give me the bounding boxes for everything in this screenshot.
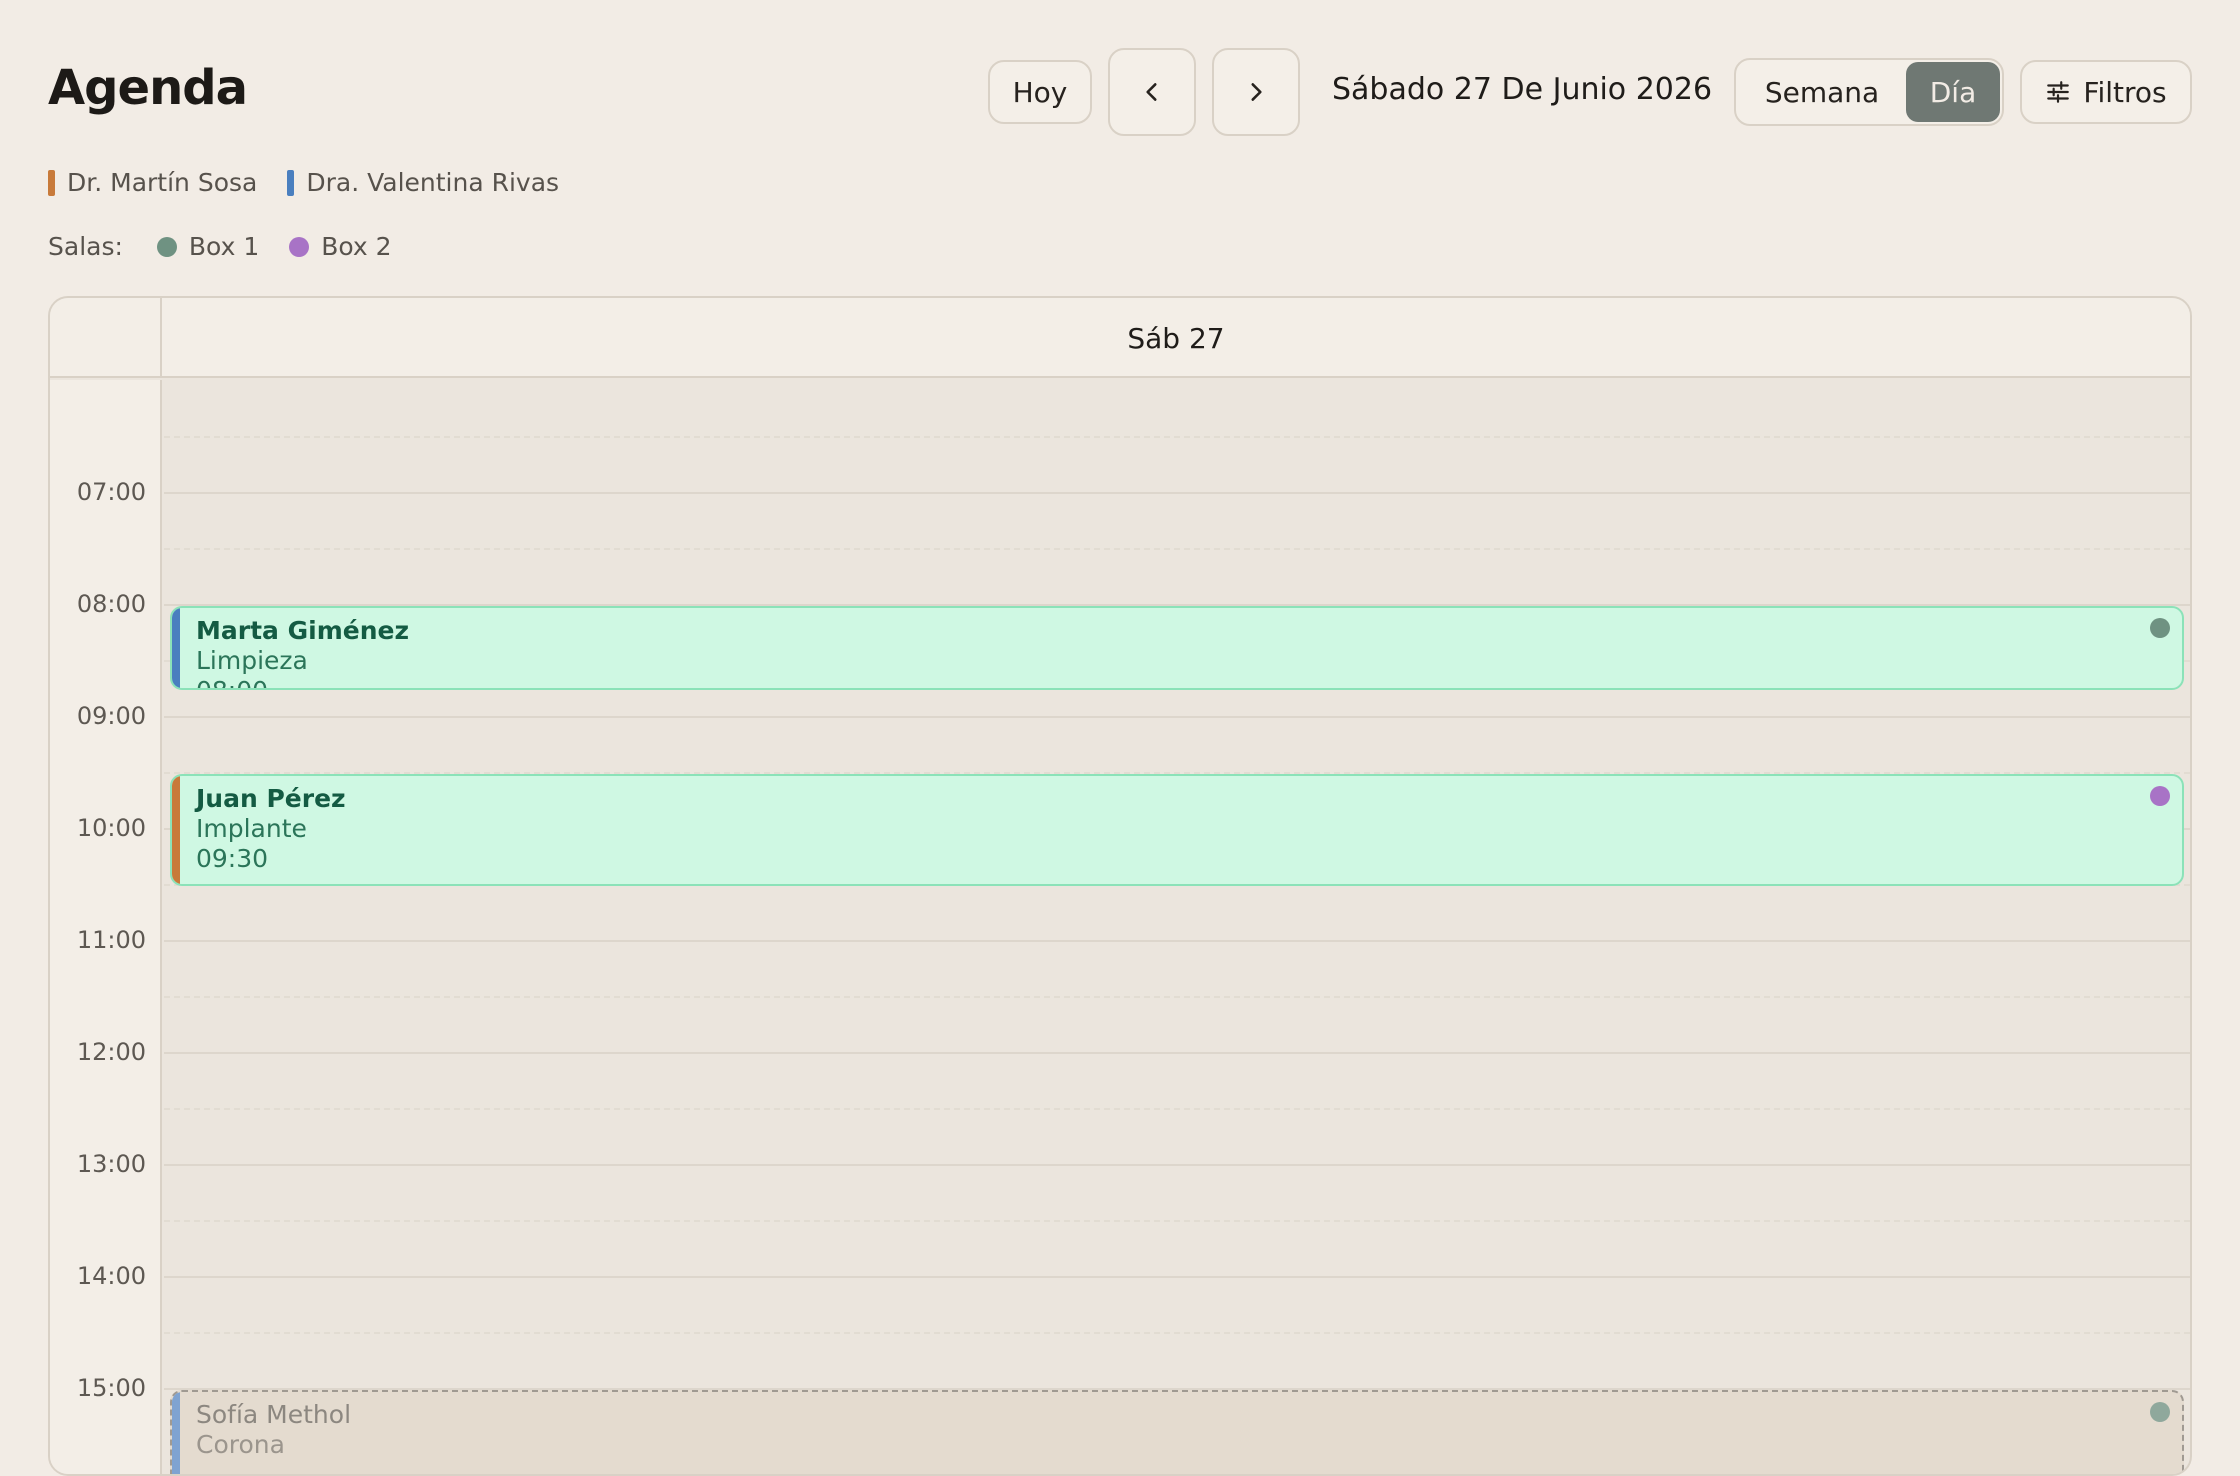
time-label: 15:00 xyxy=(76,1374,146,1402)
room-legend: Salas: Box 1 Box 2 xyxy=(48,232,392,261)
half-hour-line xyxy=(164,1220,2190,1222)
view-toggle: Semana Día xyxy=(1734,58,2004,126)
room-indicator-dot xyxy=(2150,786,2170,806)
time-label: 07:00 xyxy=(76,478,146,506)
treatment-type: Implante xyxy=(196,814,307,843)
time-label: 13:00 xyxy=(76,1150,146,1178)
rooms-label: Salas: xyxy=(48,232,123,261)
view-week-option[interactable]: Semana xyxy=(1738,62,1906,122)
page-title: Agenda xyxy=(48,60,248,116)
hour-line xyxy=(164,716,2190,718)
day-calendar: Sáb 27 07:00 08:00 09:00 10:00 11:00 12:… xyxy=(48,296,2192,1476)
half-hour-line xyxy=(164,1332,2190,1334)
hour-line xyxy=(164,1052,2190,1054)
day-column-label: Sáb 27 xyxy=(1127,321,1225,355)
time-gutter: 07:00 08:00 09:00 10:00 11:00 12:00 13:0… xyxy=(50,380,162,1474)
doctor-color-swatch xyxy=(48,169,55,196)
time-label: 11:00 xyxy=(76,926,146,954)
half-hour-line xyxy=(164,996,2190,998)
room-indicator-dot xyxy=(2150,1402,2170,1422)
time-label: 12:00 xyxy=(76,1038,146,1066)
previous-day-button[interactable] xyxy=(1108,48,1196,136)
day-grid[interactable]: Marta Giménez Limpieza 08:00 Juan Pérez … xyxy=(164,380,2190,1474)
time-label: 14:00 xyxy=(76,1262,146,1290)
doctor-legend-item[interactable]: Dra. Valentina Rivas xyxy=(287,168,559,197)
current-date: Sábado 27 De Junio 2026 xyxy=(1332,72,1713,107)
treatment-type: Limpieza xyxy=(196,646,308,675)
today-button[interactable]: Hoy xyxy=(988,60,1092,124)
room-color-dot xyxy=(289,236,310,257)
doctor-color-bar xyxy=(172,1392,180,1474)
appointment-card[interactable]: Marta Giménez Limpieza 08:00 xyxy=(170,606,2184,690)
half-hour-line xyxy=(164,1108,2190,1110)
chevron-left-icon xyxy=(1146,83,1157,101)
doctor-color-bar xyxy=(172,608,180,688)
room-name: Box 1 xyxy=(188,232,260,261)
doctor-color-swatch xyxy=(287,169,295,196)
calendar-header-gutter xyxy=(50,298,162,378)
sliders-icon xyxy=(2047,81,2070,103)
appointment-time: 08:00 xyxy=(196,676,2142,688)
room-color-dot xyxy=(156,236,177,257)
half-hour-line xyxy=(164,436,2190,438)
view-day-option[interactable]: Día xyxy=(1906,62,2000,122)
room-name: Box 2 xyxy=(321,232,392,261)
half-hour-line xyxy=(164,548,2190,550)
appointment-card[interactable]: Juan Pérez Implante 09:30 xyxy=(170,774,2184,886)
time-label: 09:00 xyxy=(76,702,146,730)
treatment-type: Corona xyxy=(196,1430,285,1459)
doctor-legend-item[interactable]: Dr. Martín Sosa xyxy=(48,168,257,197)
doctor-name: Dr. Martín Sosa xyxy=(67,168,258,197)
hour-line xyxy=(164,1164,2190,1166)
hour-line xyxy=(164,940,2190,942)
room-legend-item[interactable]: Box 2 xyxy=(289,232,392,261)
filters-button[interactable]: Filtros xyxy=(2020,60,2192,124)
time-label: 08:00 xyxy=(76,590,146,618)
patient-name: Marta Giménez xyxy=(196,616,410,645)
doctor-name: Dra. Valentina Rivas xyxy=(306,168,560,197)
time-label: 10:00 xyxy=(76,814,146,842)
room-indicator-dot xyxy=(2150,618,2170,638)
doctor-color-bar xyxy=(172,776,180,884)
chevron-right-icon xyxy=(1251,83,1262,101)
appointment-time: 09:30 xyxy=(196,844,269,873)
patient-name: Juan Pérez xyxy=(196,784,346,813)
next-day-button[interactable] xyxy=(1212,48,1300,136)
calendar-header: Sáb 27 xyxy=(50,298,2190,378)
filters-label: Filtros xyxy=(2083,75,2167,109)
hour-line xyxy=(164,1276,2190,1278)
appointment-card-cancelled[interactable]: Sofía Methol Corona xyxy=(170,1390,2184,1474)
doctor-legend: Dr. Martín Sosa Dra. Valentina Rivas xyxy=(48,168,559,197)
hour-line xyxy=(164,492,2190,494)
room-legend-item[interactable]: Box 1 xyxy=(156,232,260,261)
patient-name: Sofía Methol xyxy=(196,1400,352,1429)
